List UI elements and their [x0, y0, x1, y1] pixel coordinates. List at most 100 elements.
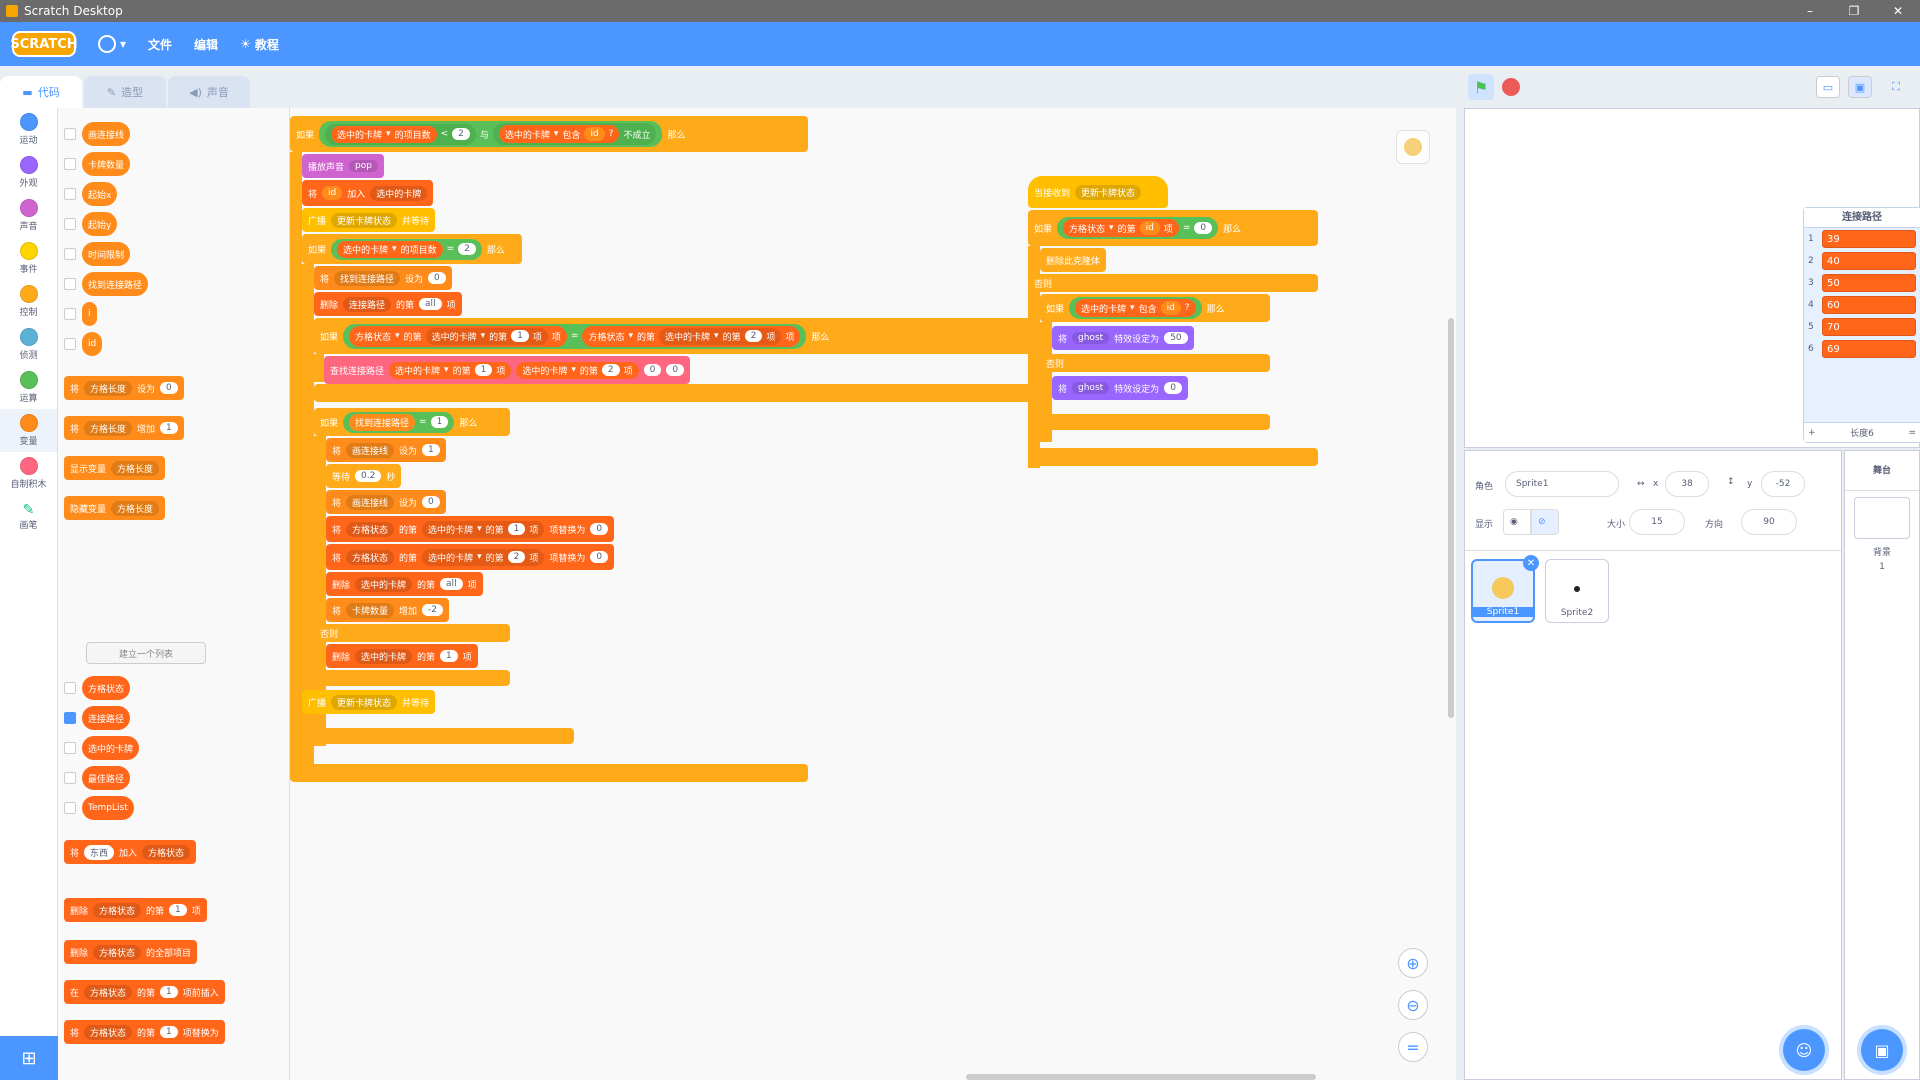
list-contains-reporter[interactable]: 选中的卡牌 ▾ 包含 id?: [498, 125, 620, 143]
value-input[interactable]: 1: [440, 650, 458, 662]
language-menu[interactable]: ▾: [98, 35, 126, 53]
value-input[interactable]: 2: [452, 128, 470, 140]
size-input[interactable]: 15: [1629, 509, 1685, 535]
list-dropdown[interactable]: 方格状态: [84, 984, 133, 1000]
var-reporter[interactable]: id: [1160, 301, 1181, 315]
list-reporter[interactable]: TempList: [82, 796, 134, 820]
list-value[interactable]: 70: [1822, 318, 1916, 336]
and-operator[interactable]: 选中的卡牌 ▾ 的项目数 <2 与 选中的卡牌 ▾ 包含 id? 不成立: [319, 121, 663, 147]
list-checkbox[interactable]: [64, 712, 76, 724]
set-effect-block[interactable]: 将 ghost 特效设定为 50: [1052, 326, 1194, 350]
eq-operator[interactable]: 选中的卡牌 ▾ 的项目数 = 2: [331, 238, 482, 260]
tab-sounds[interactable]: ◀) 声音: [168, 76, 250, 108]
resize-handle[interactable]: =: [1908, 428, 1916, 438]
set-variable-block[interactable]: 将找到连接路径 设为 0: [314, 266, 452, 290]
var-reporter[interactable]: 卡牌数量: [82, 152, 131, 176]
if-block[interactable]: 如果 方格状态 ▾ 的第 选中的卡牌 ▾ 的第 1 项项 = 方格状态 ▾ 的第 选中的卡牌 …: [314, 318, 1036, 354]
set-effect-block[interactable]: 将 ghost 特效设定为 0: [1052, 376, 1188, 400]
item-of-list-reporter[interactable]: 方格状态 ▾ 的第 id 项: [1063, 219, 1179, 237]
delete-item-block[interactable]: 删除 连接路径 的第 all 项: [314, 292, 462, 316]
list-reporter[interactable]: 最佳路径: [82, 766, 131, 790]
value-input[interactable]: 0: [160, 382, 178, 394]
var-reporter[interactable]: 起始y: [82, 212, 118, 236]
list-dropdown[interactable]: 选中的卡牌: [355, 648, 413, 664]
list-value[interactable]: 69: [1822, 340, 1916, 358]
var-reporter[interactable]: 找到连接路径: [82, 272, 149, 296]
item-of-list-reporter[interactable]: 方格状态 ▾ 的第 选中的卡牌 ▾ 的第 1 项项: [349, 325, 567, 347]
delete-all-block[interactable]: 删除 方格状态 的全部项目: [64, 940, 198, 964]
list-checkbox[interactable]: [64, 682, 76, 694]
list-reporter[interactable]: 方格状态: [82, 676, 131, 700]
category-my-blocks[interactable]: 自制积木: [0, 452, 57, 495]
list-reporter[interactable]: 选中的卡牌: [82, 736, 140, 760]
value-input[interactable]: 0: [666, 364, 685, 376]
add-extension-button[interactable]: ⊞: [0, 1036, 58, 1080]
value-input[interactable]: -2: [422, 604, 444, 616]
list-value[interactable]: 50: [1822, 274, 1916, 292]
x-input[interactable]: 38: [1665, 471, 1709, 497]
item-of-list-reporter[interactable]: 方格状态 ▾ 的第 选中的卡牌 ▾ 的第 2 项项: [582, 325, 801, 347]
var-reporter[interactable]: 时间限制: [82, 242, 131, 266]
scratch-logo[interactable]: SCRATCH: [10, 31, 78, 57]
category-sound[interactable]: 声音: [0, 194, 57, 237]
var-dropdown[interactable]: 画连接线: [346, 494, 395, 510]
sound-dropdown[interactable]: pop: [349, 160, 378, 172]
if-else-block[interactable]: 如果 方格状态 ▾ 的第 id 项 = 0 那么: [1028, 210, 1318, 246]
value-input[interactable]: 0: [590, 551, 609, 563]
script-area[interactable]: 如果 选中的卡牌 ▾ 的项目数 <2 与 选中的卡牌 ▾ 包含 id? 不成立 那么 …: [290, 108, 1456, 1080]
effect-dropdown[interactable]: ghost: [1072, 382, 1110, 394]
sprite-tile[interactable]: ✕ Sprite1: [1471, 555, 1539, 623]
show-variable-block[interactable]: 显示变量 方格长度: [64, 456, 166, 480]
var-checkbox[interactable]: [64, 218, 76, 230]
list-dropdown[interactable]: 选中的卡牌: [355, 576, 413, 592]
item-of-list-reporter[interactable]: 选中的卡牌 ▾ 的第 2 项: [516, 361, 639, 379]
eq-operator[interactable]: 方格状态 ▾ 的第 选中的卡牌 ▾ 的第 1 项项 = 方格状态 ▾ 的第 选中的卡牌 ▾ …: [343, 323, 807, 349]
if-else-block[interactable]: 如果 选中的卡牌 ▾ 包含 id? 那么: [1040, 294, 1270, 322]
play-sound-block[interactable]: 播放声音 pop: [302, 154, 384, 178]
list-contains-reporter[interactable]: 选中的卡牌 ▾ 包含 id?: [1075, 299, 1196, 317]
item-of-list-reporter[interactable]: 选中的卡牌 ▾ 的第 1 项: [389, 361, 512, 379]
y-input[interactable]: -52: [1761, 471, 1805, 497]
if-else-block[interactable]: 如果 找到连接路径 = 1 那么: [314, 408, 510, 436]
value-input[interactable]: 0: [1164, 382, 1182, 394]
message-dropdown[interactable]: 更新卡牌状态: [331, 212, 398, 228]
list-checkbox[interactable]: [64, 772, 76, 784]
set-variable-block[interactable]: 将画连接线 设为 0: [326, 490, 446, 514]
add-to-list-block[interactable]: 将东西 加入 方格状态: [64, 840, 197, 864]
set-variable-block[interactable]: 将方格长度 设为 0: [64, 376, 184, 400]
custom-block-call[interactable]: 查找连接路径 选中的卡牌 ▾ 的第 1 项选中的卡牌 ▾ 的第 2 项 0 0: [324, 356, 691, 384]
category-sensing[interactable]: 侦测: [0, 323, 57, 366]
category-events[interactable]: 事件: [0, 237, 57, 280]
var-reporter[interactable]: id: [322, 186, 343, 200]
value-input[interactable]: 1: [160, 422, 178, 434]
category-motion[interactable]: 运动: [0, 108, 57, 151]
not-operator[interactable]: 选中的卡牌 ▾ 包含 id? 不成立: [492, 123, 657, 145]
eq-operator[interactable]: 方格状态 ▾ 的第 id 项 = 0: [1057, 217, 1219, 239]
list-dropdown[interactable]: 连接路径: [343, 296, 392, 312]
value-input[interactable]: 1: [169, 904, 187, 916]
add-backdrop-button[interactable]: ▣: [1861, 1029, 1903, 1071]
wait-block[interactable]: 等待 0.2 秒: [326, 464, 402, 488]
fullscreen-button[interactable]: ⛶: [1884, 76, 1908, 98]
value-input[interactable]: 2: [507, 551, 526, 563]
delete-item-block[interactable]: 删除 方格状态 的第 1 项: [64, 898, 207, 922]
list-checkbox[interactable]: [64, 802, 76, 814]
list-dropdown[interactable]: 选中的卡牌: [370, 185, 428, 201]
value-input[interactable]: 2: [601, 364, 620, 376]
insert-item-block[interactable]: 在方格状态 的第 1 项前插入: [64, 980, 225, 1004]
value-input[interactable]: 0: [422, 496, 440, 508]
value-input[interactable]: 0: [643, 364, 662, 376]
list-dropdown[interactable]: 方格状态: [346, 521, 395, 537]
var-dropdown[interactable]: 画连接线: [346, 442, 395, 458]
stop-button[interactable]: [1502, 78, 1520, 96]
set-variable-block[interactable]: 将画连接线 设为 1: [326, 438, 446, 462]
category-operators[interactable]: 运算: [0, 366, 57, 409]
zoom-in-button[interactable]: ⊕: [1398, 948, 1428, 978]
zoom-reset-button[interactable]: =: [1398, 1032, 1428, 1062]
list-dropdown[interactable]: 方格状态: [93, 902, 142, 918]
var-dropdown[interactable]: 方格长度: [84, 420, 133, 436]
var-reporter[interactable]: id: [82, 332, 103, 356]
if-else-block[interactable]: 如果 选中的卡牌 ▾ 的项目数 <2 与 选中的卡牌 ▾ 包含 id? 不成立 那么: [290, 116, 808, 152]
list-monitor[interactable]: 连接路径 1 39 2 40 3 50 4 60 5 70 6 69 + 长度6 =: [1803, 207, 1920, 443]
replace-item-block[interactable]: 将方格状态 的第 选中的卡牌 ▾ 的第 2 项项替换为 0: [326, 544, 615, 570]
